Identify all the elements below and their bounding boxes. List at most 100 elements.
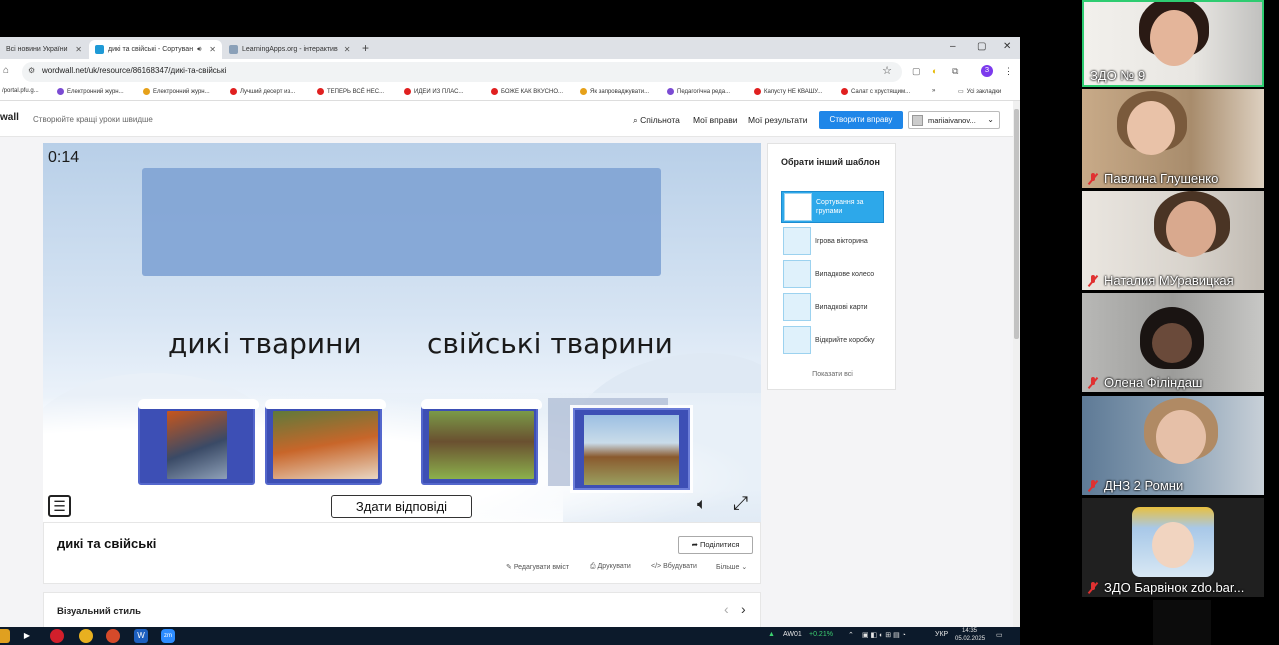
tab-wordwall[interactable]: дикі та свійські - Сортуван 🔊︎ ✕ — [89, 40, 222, 59]
bookmark-item[interactable]: Електронний журн... — [143, 88, 210, 95]
bookmark-icon — [667, 88, 674, 95]
share-button[interactable]: ➦ Поділитися — [678, 536, 753, 554]
page-scrollbar[interactable] — [1013, 101, 1020, 627]
participant-tile-partial — [1153, 600, 1211, 645]
chrome-icon[interactable] — [79, 629, 93, 643]
code-icon: </> — [651, 563, 664, 570]
url-box[interactable]: ⚙︎ wordwall.net/uk/resource/86168347/дик… — [22, 62, 902, 82]
bookmark-item[interactable]: Педагогічна реда... — [667, 88, 730, 95]
browser-menu-icon[interactable]: ⋮ — [1004, 66, 1013, 77]
participant-tile[interactable]: ЗДО Барвінок zdo.bar... — [1082, 498, 1264, 597]
zoom-icon[interactable]: zm — [161, 629, 175, 643]
url-text[interactable]: wordwall.net/uk/resource/86168347/дикі-т… — [42, 66, 226, 75]
participant-name: Олена Філіндаш — [1088, 375, 1202, 390]
edit-content-link[interactable]: ✎ Редагувати вміст — [506, 563, 569, 571]
extension-moon-icon[interactable]: ◐ — [932, 66, 937, 76]
wordwall-logo[interactable]: wall — [0, 112, 19, 123]
tray-icons[interactable]: ▣ ◧ ◐ ⊞ ▤ ◔ — [862, 631, 906, 639]
bookmark-item[interactable]: Як запроваджувати... — [580, 88, 649, 95]
extension-icon[interactable]: ▢ — [912, 66, 921, 77]
bookmark-item[interactable]: Капусту НЕ КВАШУ... — [754, 88, 822, 95]
close-window-button[interactable]: ✕ — [1003, 41, 1011, 52]
card-fox[interactable] — [265, 399, 386, 485]
extensions-puzzle-icon[interactable]: ⧉ — [952, 66, 958, 77]
template-group-sort[interactable]: Сортування за групами — [781, 191, 884, 223]
bookmark-item[interactable]: БОЖЕ КАК ВКУСНО... — [491, 88, 563, 95]
template-cards[interactable]: Випадкові карти — [781, 291, 884, 323]
notifications-icon[interactable]: ▭ — [996, 631, 1003, 639]
bookmarks-more-button[interactable]: » — [932, 88, 935, 94]
bookmark-star-icon[interactable]: ☆ — [882, 64, 892, 77]
nav-my-activities[interactable]: Мої вправи — [693, 115, 737, 125]
youtube-icon — [230, 88, 237, 95]
speaker-icon[interactable]: 🔊︎ — [197, 46, 201, 54]
chevron-up-icon[interactable]: ⌃ — [848, 631, 854, 639]
drop-zone[interactable] — [142, 168, 661, 276]
participant-tile[interactable]: Олена Філіндаш — [1082, 293, 1264, 392]
activity-title: дикі та свійські — [57, 536, 157, 551]
more-menu[interactable]: Більше ⌄ — [716, 563, 747, 571]
tab-news[interactable]: Всі новини України ✕ — [0, 40, 88, 59]
firefox-icon[interactable] — [106, 629, 120, 643]
participant-tile[interactable]: Павлина Глушенко — [1082, 89, 1264, 188]
template-quiz[interactable]: Ігрова вікторина — [781, 225, 884, 257]
fullscreen-icon[interactable]: ⤢ — [733, 493, 748, 515]
participant-tile[interactable]: Наталия МУравицкая — [1082, 191, 1264, 290]
bookmark-item[interactable]: ИДЕИ ИЗ ПЛАС... — [404, 88, 463, 95]
all-bookmarks-folder[interactable]: ▭ Усі закладки — [958, 88, 1001, 96]
participant-tile[interactable]: ЗДО № 9 — [1082, 0, 1264, 87]
participant-tile[interactable]: ДНЗ 2 Ромни — [1082, 396, 1264, 495]
youtube-icon — [491, 88, 498, 95]
game-menu-button[interactable]: ☰ — [48, 495, 71, 517]
maximize-button[interactable]: ▢ — [977, 41, 986, 52]
bookmark-item[interactable]: Лучший десерт из... — [230, 88, 295, 95]
template-open-box[interactable]: Відкрийте коробку — [781, 324, 884, 356]
game-canvas[interactable]: 0:14 дикі тварини свійські тварини ☰ Зда… — [43, 143, 761, 522]
site-info-icon[interactable]: ⚙︎ — [28, 66, 35, 75]
template-wheel[interactable]: Випадкове колесо — [781, 258, 884, 290]
chevron-right-icon[interactable]: › — [741, 601, 746, 617]
file-explorer-icon[interactable] — [0, 629, 10, 643]
close-icon[interactable]: ✕ — [69, 45, 82, 54]
close-icon[interactable]: ✕ — [338, 45, 351, 54]
bookmark-item[interactable]: ТЕПЕРЬ ВСЁ НЕС... — [317, 88, 384, 95]
card-wolf[interactable] — [138, 399, 259, 485]
chevron-down-icon: ⌄ — [739, 564, 748, 571]
opera-icon[interactable] — [50, 629, 64, 643]
bookmark-item[interactable]: /portal.pfu.g... — [2, 88, 39, 94]
show-all-templates-link[interactable]: Показати всі — [768, 371, 897, 378]
sound-icon[interactable]: 🔈︎ — [697, 496, 707, 514]
chevron-left-icon[interactable]: ‹ — [724, 601, 729, 617]
create-activity-button[interactable]: Створити вправу — [819, 111, 903, 129]
clock-time[interactable]: 14:35 — [962, 628, 977, 634]
minimize-button[interactable]: – — [950, 41, 956, 52]
embed-link[interactable]: </> Вбудувати — [651, 563, 697, 570]
tab-learningapps[interactable]: LearningApps.org - інтерактив ✕ — [223, 40, 356, 59]
nav-community[interactable]: ⌕ Спільнота — [633, 115, 680, 126]
learningapps-favicon-icon — [229, 45, 238, 54]
word-icon[interactable]: W — [134, 629, 148, 643]
submit-answers-button[interactable]: Здати відповіді — [331, 495, 472, 518]
nav-my-results[interactable]: Мої результати — [748, 115, 807, 125]
new-tab-button[interactable]: + — [362, 41, 369, 55]
profile-avatar[interactable]: З — [981, 65, 993, 77]
card-dog[interactable] — [421, 399, 542, 485]
card-horse-dragging[interactable] — [573, 408, 690, 490]
participant-face — [1150, 10, 1198, 66]
scroll-thumb[interactable] — [1014, 109, 1019, 339]
group-title-wild: дикі тварини — [168, 327, 362, 360]
print-link[interactable]: ⎙ Друкувати — [590, 563, 631, 571]
close-icon[interactable]: ✕ — [203, 45, 216, 54]
bookmark-icon — [580, 88, 587, 95]
language-indicator[interactable]: УКР — [935, 631, 948, 638]
participant-name: Павлина Глушенко — [1088, 171, 1218, 186]
play-icon[interactable]: ▶ — [20, 629, 34, 643]
user-menu[interactable]: mariiaivanov... ⌄ — [908, 111, 1000, 129]
box-icon — [783, 326, 811, 354]
user-name: mariiaivanov... — [928, 116, 976, 125]
bookmark-item[interactable]: Електронний журн... — [57, 88, 124, 95]
print-icon: ⎙ — [590, 563, 598, 570]
clock-date[interactable]: 05.02.2025 — [955, 636, 985, 642]
home-icon[interactable]: ⌂ — [3, 65, 9, 76]
bookmark-item[interactable]: Салат с хрустящим... — [841, 88, 910, 95]
